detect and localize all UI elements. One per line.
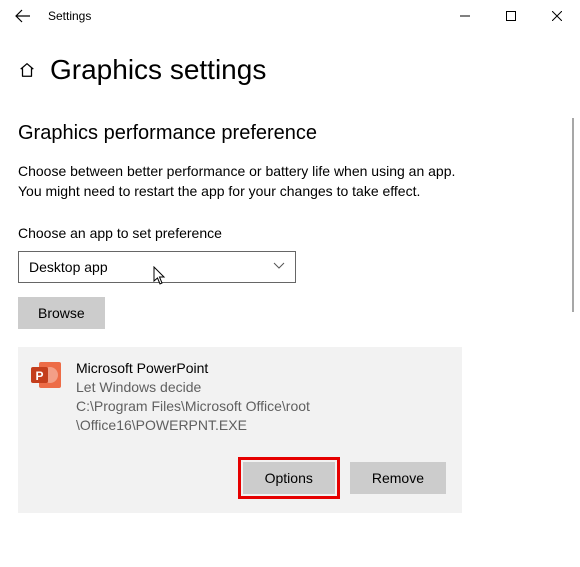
browse-button[interactable]: Browse	[18, 297, 105, 329]
app-name: Microsoft PowerPoint	[76, 359, 310, 378]
description-line1: Choose between better performance or bat…	[18, 163, 455, 179]
powerpoint-icon: P	[30, 359, 62, 391]
back-button[interactable]	[12, 5, 34, 27]
app-path: C:\Program Files\Microsoft Office\root \…	[76, 397, 310, 435]
content-area: Graphics performance preference Choose b…	[0, 122, 580, 513]
options-highlight: Options	[238, 457, 340, 499]
close-button[interactable]	[534, 0, 580, 32]
section-heading: Graphics performance preference	[18, 122, 562, 145]
choose-app-label: Choose an app to set preference	[18, 225, 562, 241]
mouse-cursor-icon	[153, 266, 169, 289]
page-title: Graphics settings	[50, 54, 266, 86]
options-button[interactable]: Options	[243, 462, 335, 494]
chevron-down-icon	[273, 261, 285, 273]
app-preference: Let Windows decide	[76, 378, 310, 397]
maximize-button[interactable]	[488, 0, 534, 32]
section-description: Choose between better performance or bat…	[18, 161, 522, 201]
back-arrow-icon	[15, 8, 31, 24]
select-value: Desktop app	[29, 259, 108, 275]
page-header: Graphics settings	[18, 54, 580, 86]
minimize-button[interactable]	[442, 0, 488, 32]
description-line2: You might need to restart the app for yo…	[18, 183, 420, 199]
home-icon[interactable]	[18, 61, 36, 79]
svg-text:P: P	[35, 369, 43, 383]
window-title: Settings	[48, 9, 91, 23]
remove-button[interactable]: Remove	[350, 462, 446, 494]
titlebar: Settings	[0, 0, 580, 32]
window-controls	[442, 0, 580, 32]
app-type-select[interactable]: Desktop app	[18, 251, 296, 283]
app-card: P Microsoft PowerPoint Let Windows decid…	[18, 347, 462, 513]
